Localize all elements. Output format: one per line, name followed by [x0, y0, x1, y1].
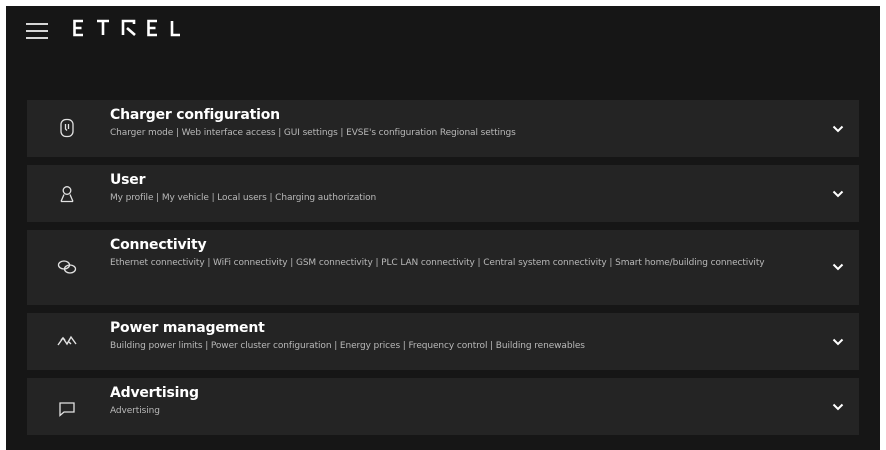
chevron-down-icon[interactable] [831, 335, 845, 349]
section-title: Connectivity [110, 237, 207, 253]
power-flow-icon [56, 331, 78, 353]
section-subtitle: Building power limits | Power cluster co… [110, 341, 585, 351]
chevron-down-icon[interactable] [831, 187, 845, 201]
section-subtitle: Ethernet connectivity | WiFi connectivit… [110, 258, 765, 268]
section-subtitle: Charger mode | Web interface access | GU… [110, 128, 516, 138]
settings-sections: Charger configuration Charger mode | Web… [27, 100, 859, 443]
hamburger-menu-icon[interactable] [26, 23, 48, 39]
etrel-logo [73, 19, 180, 37]
section-power-management[interactable]: Power management Building power limits |… [27, 313, 859, 370]
section-connectivity[interactable]: Connectivity Ethernet connectivity | WiF… [27, 230, 859, 305]
section-subtitle: Advertising [110, 406, 160, 416]
section-title: User [110, 172, 146, 188]
charger-plug-icon [56, 117, 78, 139]
section-charger-configuration[interactable]: Charger configuration Charger mode | Web… [27, 100, 859, 157]
link-icon [56, 256, 78, 278]
chevron-down-icon[interactable] [831, 400, 845, 414]
user-icon [56, 183, 78, 205]
app-window: Charger configuration Charger mode | Web… [6, 6, 880, 450]
chevron-down-icon[interactable] [831, 260, 845, 274]
section-title: Advertising [110, 385, 199, 401]
section-title: Charger configuration [110, 107, 280, 123]
section-user[interactable]: User My profile | My vehicle | Local use… [27, 165, 859, 222]
section-title: Power management [110, 320, 265, 336]
chevron-down-icon[interactable] [831, 122, 845, 136]
section-advertising[interactable]: Advertising Advertising [27, 378, 859, 435]
section-subtitle: My profile | My vehicle | Local users | … [110, 193, 377, 203]
message-icon [56, 398, 78, 420]
top-bar [6, 6, 880, 50]
